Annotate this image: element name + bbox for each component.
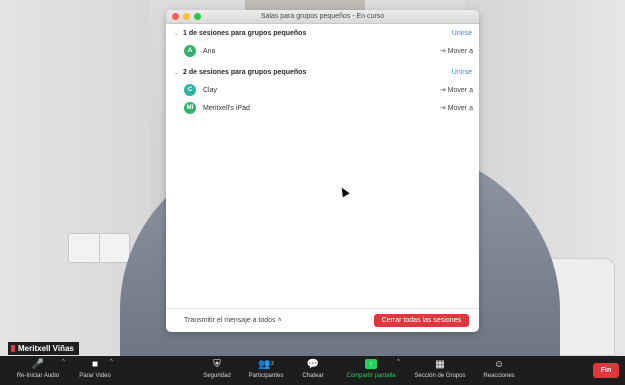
shield-icon: ⛨ bbox=[213, 358, 221, 370]
chat-button[interactable]: 💬 Chatear bbox=[298, 356, 328, 385]
mouse-cursor bbox=[338, 185, 350, 198]
close-all-rooms-button[interactable]: Cerrar todas las sesiones bbox=[373, 314, 469, 327]
chevron-down-icon[interactable]: ⌄ bbox=[174, 30, 179, 37]
chat-bubble-icon: 💬 bbox=[306, 358, 320, 370]
microphone-muted-icon: 🎤 bbox=[31, 358, 45, 370]
room-1-title: 1 de sesiones para grupos pequeños bbox=[183, 29, 307, 37]
participants-count: 3 bbox=[270, 361, 274, 367]
avatar: A bbox=[184, 45, 196, 57]
room-2-title: 2 de sesiones para grupos pequeños bbox=[183, 68, 307, 76]
room-1-header[interactable]: ⌄ 1 de sesiones para grupos pequeños Uni… bbox=[174, 26, 472, 40]
avatar: C bbox=[184, 84, 196, 96]
participant-name-tag: Meritxell Viñas bbox=[8, 342, 79, 355]
breakout-rooms-button[interactable]: ▦ Sección de Grupos bbox=[408, 356, 472, 385]
member-name: Ana bbox=[203, 47, 216, 55]
participants-icon: 👥 3 bbox=[258, 358, 274, 370]
share-options-caret[interactable]: ^ bbox=[397, 359, 400, 365]
window-titlebar: Salas para grupos pequeños - En curso bbox=[166, 10, 479, 24]
meeting-toolbar: 🎤 Re-Iniciar Audio ^ ■ Parar Video ^ ⛨ S… bbox=[0, 356, 625, 385]
breakout-rooms-window: Salas para grupos pequeños - En curso ⌄ … bbox=[166, 10, 479, 332]
move-to-label: Mover a bbox=[447, 86, 473, 94]
wall-outlet bbox=[68, 233, 130, 263]
video-options-caret[interactable]: ^ bbox=[110, 359, 113, 365]
move-to-label: Mover a bbox=[447, 104, 473, 112]
member-name: Clay bbox=[203, 86, 218, 94]
move-arrow-icon: ⇥ bbox=[439, 48, 446, 55]
end-meeting-button[interactable]: Fin bbox=[593, 363, 619, 378]
move-to-button[interactable]: ⇥ Mover a bbox=[439, 86, 473, 95]
share-screen-icon: ↑ bbox=[365, 356, 377, 372]
member-name: Meritxell's iPad bbox=[203, 104, 250, 112]
avatar: MI bbox=[184, 102, 196, 114]
move-to-label: Mover a bbox=[447, 47, 473, 55]
chevron-down-icon[interactable]: ⌄ bbox=[174, 69, 179, 76]
move-to-button[interactable]: ⇥ Mover a bbox=[439, 47, 473, 56]
participants-button[interactable]: 👥 3 Participantes bbox=[243, 356, 289, 385]
window-title: Salas para grupos pequeños - En curso bbox=[260, 13, 385, 20]
unmute-audio-button[interactable]: 🎤 Re-Iniciar Audio bbox=[10, 356, 66, 385]
audio-options-caret[interactable]: ^ bbox=[62, 359, 65, 365]
move-to-button[interactable]: ⇥ Mover a bbox=[439, 104, 473, 113]
video-camera-icon: ■ bbox=[91, 358, 99, 370]
room-2-member-ipad: MI Meritxell's iPad ⇥ Mover a bbox=[184, 100, 473, 116]
room-1-member-ana: A Ana ⇥ Mover a bbox=[184, 43, 473, 59]
share-screen-button[interactable]: ↑ Compartir pantalla bbox=[340, 356, 402, 385]
maximize-window-button[interactable] bbox=[194, 13, 201, 20]
broadcast-message-button[interactable]: Transmitir el mensaje a todos ˄ bbox=[184, 317, 282, 324]
window-controls bbox=[172, 13, 201, 20]
reactions-button[interactable]: ☺ Reacciones bbox=[479, 356, 519, 385]
close-window-button[interactable] bbox=[172, 13, 179, 20]
room-1-join-button[interactable]: Unirse bbox=[452, 30, 472, 37]
minimize-window-button[interactable] bbox=[183, 13, 190, 20]
breakout-rooms-icon: ▦ bbox=[435, 358, 445, 370]
window-footer: Transmitir el mensaje a todos ˄ Cerrar t… bbox=[166, 308, 479, 332]
room-2-header[interactable]: ⌄ 2 de sesiones para grupos pequeños Uni… bbox=[174, 65, 472, 79]
security-button[interactable]: ⛨ Seguridad bbox=[198, 356, 236, 385]
room-2-member-clay: C Clay ⇥ Mover a bbox=[184, 82, 473, 98]
broadcast-label: Transmitir el mensaje a todos bbox=[184, 317, 276, 324]
move-arrow-icon: ⇥ bbox=[439, 87, 446, 94]
reactions-icon: ☺ bbox=[493, 358, 505, 370]
chevron-up-icon: ˄ bbox=[277, 317, 282, 324]
move-arrow-icon: ⇥ bbox=[439, 105, 446, 112]
room-2-join-button[interactable]: Unirse bbox=[452, 69, 472, 76]
